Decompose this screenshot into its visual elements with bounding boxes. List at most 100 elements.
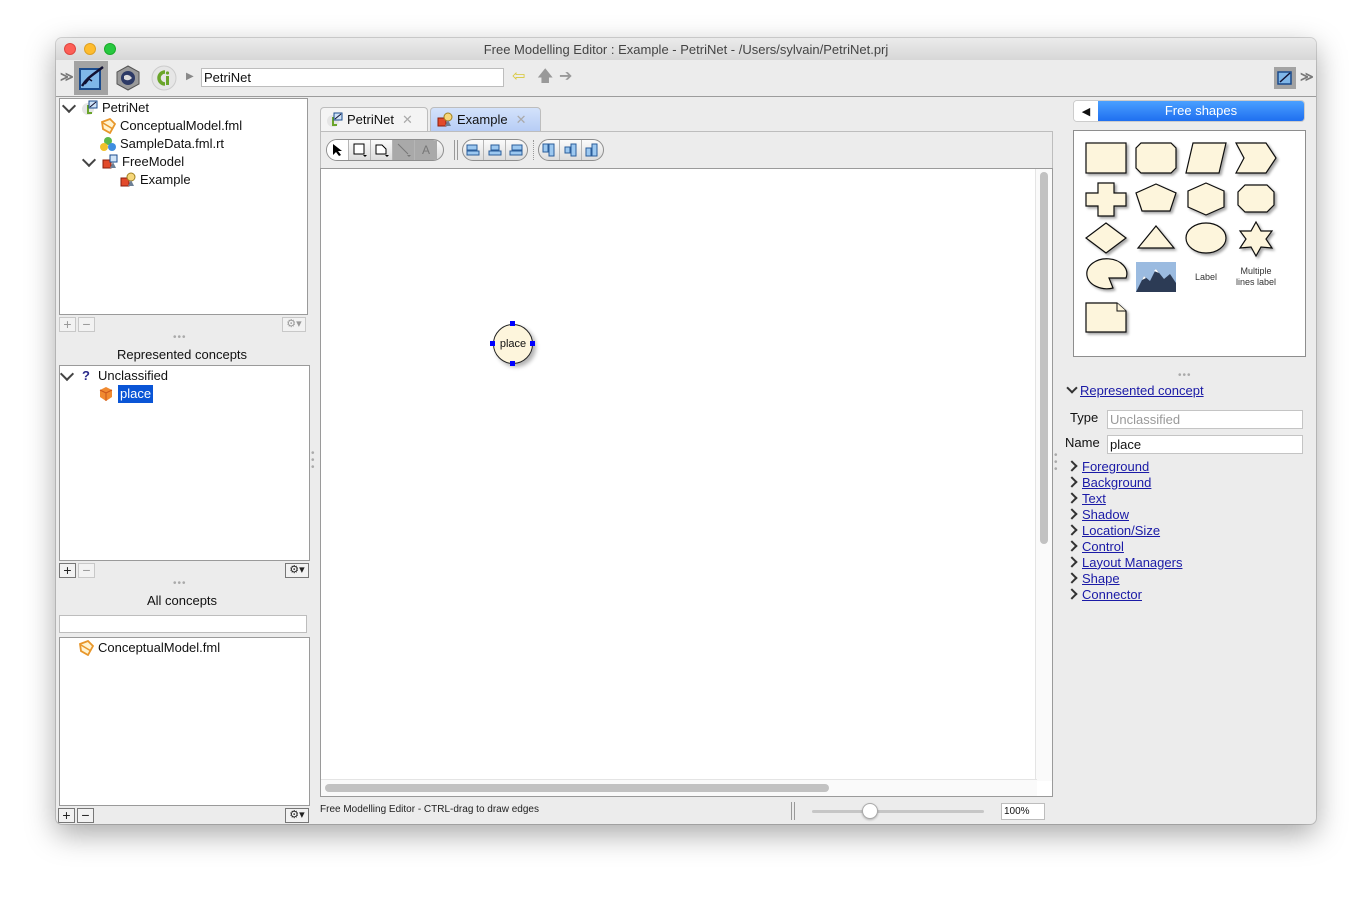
align-bottom-tool[interactable] — [582, 140, 603, 160]
splitter-handle[interactable]: ••• — [173, 333, 187, 343]
vertical-scrollbar-track[interactable] — [1035, 169, 1052, 781]
close-tab-icon[interactable]: ✕ — [402, 112, 413, 128]
chevron-down-icon[interactable] — [59, 366, 75, 382]
control-section[interactable]: Control — [1066, 538, 1124, 554]
rounded-rectangle-shape[interactable] — [1135, 142, 1177, 174]
tree-item-petrinet[interactable]: PetriNet — [61, 98, 149, 117]
tree-item-unclassified[interactable]: ? Unclassified — [59, 366, 168, 385]
location-size-section[interactable]: Location/Size — [1066, 522, 1160, 538]
inspector-toggle-button[interactable] — [1274, 67, 1296, 89]
foreground-section[interactable]: Foreground — [1066, 458, 1149, 474]
back-arrow-icon[interactable]: ⇦ — [512, 68, 525, 86]
horizontal-scrollbar-thumb[interactable] — [325, 784, 829, 792]
vertical-splitter-handle[interactable]: • • • — [311, 449, 317, 473]
tree-item-conceptual-model[interactable]: ConceptualModel.fml — [100, 117, 242, 135]
remove-button[interactable]: − — [77, 808, 94, 823]
select-tool[interactable] — [327, 140, 349, 160]
technology-perspective-button[interactable] — [111, 61, 145, 95]
collapse-right-icon[interactable]: ≫ — [1300, 70, 1314, 83]
zoom-slider[interactable] — [812, 810, 984, 813]
draw-line-tool[interactable] — [393, 140, 415, 160]
resize-handle-top[interactable] — [510, 321, 515, 326]
plus-shape[interactable] — [1085, 182, 1127, 217]
text-section[interactable]: Text — [1066, 490, 1106, 506]
ellipse-shape[interactable] — [1185, 222, 1227, 254]
connector-section[interactable]: Connector — [1066, 586, 1142, 602]
horizontal-scrollbar-track[interactable] — [321, 779, 1037, 796]
chevron-shape[interactable] — [1235, 142, 1277, 174]
remove-button[interactable]: − — [78, 563, 95, 578]
add-button[interactable]: + — [59, 563, 76, 578]
draw-text-tool[interactable]: A — [415, 140, 437, 160]
status-text: Free Modelling Editor - CTRL-drag to dra… — [320, 804, 539, 815]
palette-back-button[interactable]: ◀ — [1074, 101, 1098, 121]
gear-menu-button[interactable]: ⚙▾ — [285, 563, 309, 578]
rectangle-shape[interactable] — [1085, 142, 1127, 174]
free-modelling-perspective-button[interactable] — [74, 61, 108, 95]
hexagon-shape[interactable] — [1187, 182, 1225, 216]
align-middle-tool[interactable] — [560, 140, 582, 160]
tree-item-sample-data[interactable]: SampleData.fml.rt — [100, 135, 224, 153]
triangle-shape[interactable] — [1136, 225, 1176, 249]
path-field[interactable]: PetriNet — [201, 68, 504, 87]
shape-section[interactable]: Shape — [1066, 570, 1120, 586]
cg-perspective-button[interactable] — [147, 61, 181, 95]
chevron-down-icon[interactable] — [81, 152, 97, 168]
forward-arrow-icon[interactable]: ➔ — [559, 68, 572, 86]
image-shape[interactable] — [1136, 262, 1176, 292]
add-button[interactable]: + — [58, 808, 75, 823]
multiple-lines-label-shape[interactable]: Multiple lines label — [1232, 266, 1280, 288]
type-field[interactable]: Unclassified — [1107, 410, 1303, 429]
vertical-scrollbar-thumb[interactable] — [1040, 172, 1048, 544]
layout-managers-section[interactable]: Layout Managers — [1066, 554, 1182, 570]
tab-example[interactable]: Example ✕ — [430, 107, 541, 131]
parallelogram-shape[interactable] — [1185, 142, 1227, 174]
background-section[interactable]: Background — [1066, 474, 1151, 490]
diagram-canvas[interactable]: place — [320, 168, 1053, 797]
up-arrow-icon[interactable]: 🡅 — [537, 68, 553, 86]
splitter-handle[interactable]: ••• — [1178, 371, 1192, 381]
star-shape[interactable] — [1238, 220, 1274, 258]
vertical-splitter-handle[interactable]: • • • — [1054, 451, 1060, 475]
zoom-slider-thumb[interactable] — [862, 803, 879, 819]
tree-item-example[interactable]: Example — [120, 171, 191, 189]
shape-label: place — [499, 338, 527, 350]
gear-menu-button[interactable]: ⚙▾ — [285, 808, 309, 823]
resize-handle-bottom[interactable] — [510, 361, 515, 366]
draw-connector-tool[interactable] — [371, 140, 393, 160]
pie-shape[interactable] — [1086, 258, 1128, 290]
close-tab-icon[interactable]: ✕ — [516, 112, 527, 128]
resize-handle-right[interactable] — [530, 341, 535, 346]
chevron-right-icon — [1066, 588, 1078, 600]
tree-item-place[interactable]: place — [98, 385, 154, 403]
pentagon-shape[interactable] — [1135, 183, 1177, 212]
collapse-left-icon[interactable]: ≫ — [60, 70, 74, 83]
align-center-tool[interactable] — [484, 140, 506, 160]
label-shape[interactable]: Label — [1182, 272, 1230, 282]
toolbar-separator — [454, 140, 458, 160]
add-button[interactable]: + — [59, 317, 76, 332]
name-field[interactable]: place — [1107, 435, 1303, 454]
tree-item-freemodel[interactable]: FreeModel — [81, 152, 184, 171]
represented-concept-section[interactable]: Represented concept — [1066, 382, 1204, 398]
all-concepts-search-input[interactable] — [59, 615, 307, 633]
align-left-tool[interactable] — [463, 140, 485, 160]
remove-button[interactable]: − — [78, 317, 95, 332]
draw-shape-tool[interactable] — [349, 140, 371, 160]
gear-menu-button[interactable]: ⚙▾ — [282, 317, 306, 332]
align-top-tool[interactable] — [539, 140, 561, 160]
type-label: Type — [1070, 410, 1099, 425]
diamond-shape[interactable] — [1085, 222, 1127, 254]
shadow-section[interactable]: Shadow — [1066, 506, 1129, 522]
splitter-handle[interactable]: ••• — [173, 579, 187, 589]
zoom-level-field[interactable]: 100% — [1001, 803, 1045, 820]
chevron-down-icon[interactable] — [61, 98, 77, 114]
align-right-tool[interactable] — [506, 140, 527, 160]
place-shape[interactable]: place — [493, 324, 533, 364]
chevron-right-icon — [1066, 508, 1078, 520]
tree-item-conceptual-model[interactable]: ConceptualModel.fml — [78, 639, 220, 657]
resize-handle-left[interactable] — [490, 341, 495, 346]
tab-petrinet[interactable]: PetriNet ✕ — [320, 107, 428, 131]
horizontal-align-tools — [462, 139, 528, 161]
octagon-shape[interactable] — [1237, 184, 1275, 213]
